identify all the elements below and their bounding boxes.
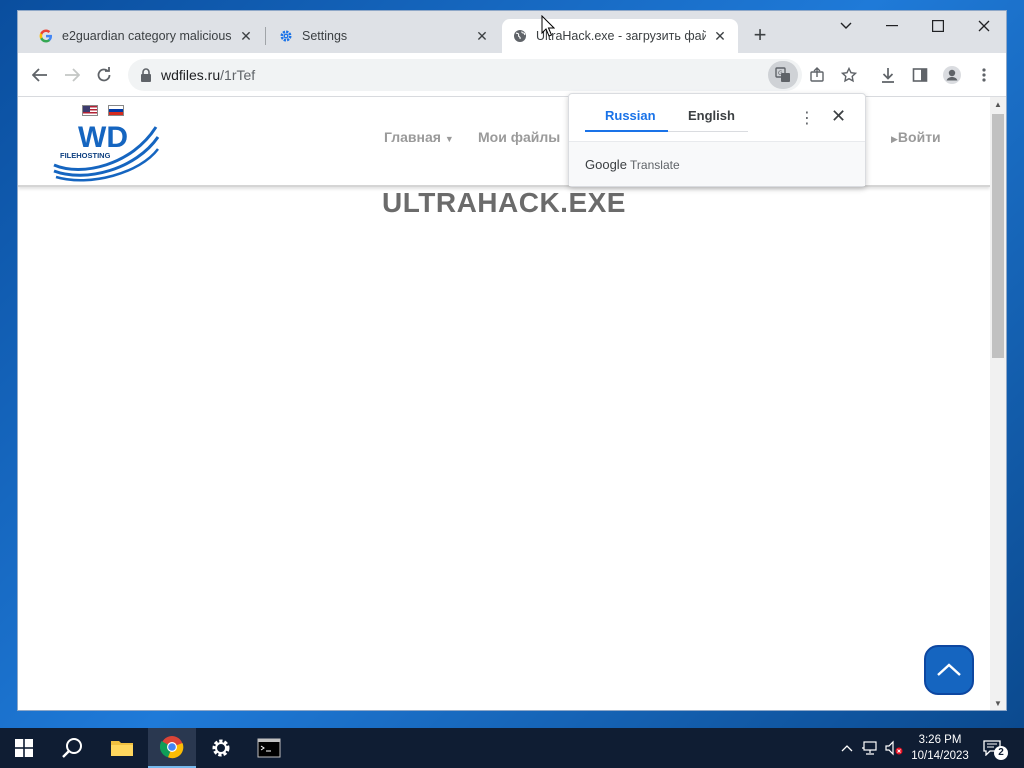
tab-title: Settings [302, 29, 348, 43]
settings-taskbar-button[interactable] [197, 728, 245, 768]
scroll-up-arrow-icon[interactable]: ▲ [994, 101, 1002, 109]
nav-home-label: Главная [384, 129, 441, 145]
chevron-up-icon [937, 663, 961, 676]
search-icon [62, 738, 82, 758]
chrome-taskbar-button[interactable] [148, 728, 196, 768]
back-button[interactable] [28, 63, 52, 87]
more-options-icon[interactable]: ⋮ [799, 108, 815, 128]
close-icon[interactable]: ✕ [238, 28, 254, 44]
nav-home[interactable]: Главная ▼ [384, 129, 454, 145]
nav-login[interactable]: ▶Войти [891, 129, 941, 145]
page-scrollbar[interactable]: ▲ ▼ [990, 97, 1006, 710]
forward-button[interactable] [60, 63, 84, 87]
minimize-button[interactable] [869, 11, 915, 41]
maximize-button[interactable] [915, 11, 961, 41]
share-icon[interactable] [805, 63, 829, 87]
source-language-tab[interactable]: Russian [605, 108, 656, 123]
caret-right-icon: ▶ [891, 134, 898, 144]
browser-toolbar: wdfiles.ru/1rTef G [18, 53, 1006, 97]
chevron-up-tray-icon[interactable] [837, 738, 857, 758]
scroll-down-arrow-icon[interactable]: ▼ [994, 700, 1002, 708]
browser-window: e2guardian category malicious fi ✕ Setti… [17, 10, 1007, 711]
notification-count-badge: 2 [994, 746, 1008, 760]
file-explorer-button[interactable] [98, 728, 146, 768]
close-icon[interactable]: ✕ [712, 28, 728, 44]
download-icon[interactable] [876, 63, 900, 87]
brand-translate: Translate [630, 158, 680, 172]
close-window-button[interactable] [961, 11, 1006, 41]
reload-button[interactable] [92, 63, 116, 87]
language-flags [82, 105, 124, 116]
google-translate-brand: Google Translate [585, 157, 680, 172]
url-text: wdfiles.ru/1rTef [161, 67, 255, 83]
tab-title: e2guardian category malicious fi [62, 29, 232, 43]
tab-ultrahack[interactable]: UltraHack.exe - загрузить файл ✕ [502, 19, 738, 53]
network-icon[interactable] [860, 738, 880, 758]
clock-time: 3:26 PM [918, 734, 962, 746]
ru-flag-icon[interactable] [108, 105, 124, 116]
start-button[interactable] [0, 728, 48, 768]
translate-popup: Russian English ⋮ ✕ Google Translate [568, 93, 866, 187]
page-title: ULTRAHACK.EXE [382, 187, 626, 218]
clock-date: 10/14/2023 [911, 750, 969, 762]
translate-icon[interactable]: G [768, 61, 798, 89]
address-bar[interactable]: wdfiles.ru/1rTef G [128, 59, 802, 91]
google-icon [38, 28, 54, 44]
more-menu-icon[interactable] [972, 63, 996, 87]
page-content: WD FILEHOSTING Главная ▼ Мои файлы ▶Войт… [18, 97, 990, 710]
close-icon[interactable]: ✕ [474, 28, 490, 44]
gear-icon [212, 739, 230, 757]
active-tab-underline [585, 130, 668, 132]
terminal-icon [257, 738, 281, 758]
tab-search-chevron-icon[interactable] [823, 11, 869, 41]
us-flag-icon[interactable] [82, 105, 98, 116]
tab-settings[interactable]: Settings ✕ [268, 19, 500, 53]
new-tab-button[interactable]: + [749, 24, 771, 47]
mouse-cursor-icon [541, 15, 555, 37]
tab-e2guardian[interactable]: e2guardian category malicious fi ✕ [28, 19, 264, 53]
tab-strip: e2guardian category malicious fi ✕ Setti… [18, 11, 1006, 53]
search-button[interactable] [48, 728, 96, 768]
url-host: wdfiles.ru [161, 67, 221, 83]
tab-separator [265, 27, 266, 45]
nav-my-files[interactable]: Мои файлы [478, 129, 560, 145]
folder-icon [111, 741, 133, 756]
url-path: /1rTef [220, 67, 256, 83]
target-language-tab[interactable]: English [688, 108, 735, 123]
svg-text:G: G [778, 70, 783, 77]
side-panel-icon[interactable] [908, 63, 932, 87]
translate-footer: Google Translate [569, 141, 865, 186]
lock-icon[interactable] [140, 68, 152, 82]
terminal-taskbar-button[interactable] [245, 728, 293, 768]
brand-google: Google [585, 157, 627, 172]
globe-icon [512, 28, 528, 44]
bookmark-star-icon[interactable] [837, 63, 861, 87]
close-icon[interactable]: ✕ [831, 106, 846, 127]
nav-login-label: Войти [897, 129, 941, 145]
scrollbar-thumb[interactable] [992, 114, 1004, 358]
site-logo[interactable]: WD FILEHOSTING [52, 121, 162, 185]
logo-subtext: FILEHOSTING [60, 151, 111, 160]
tab-title: UltraHack.exe - загрузить файл [536, 29, 706, 43]
tab-underline [668, 131, 748, 132]
taskbar: 3:26 PM 10/14/2023 [0, 728, 1024, 768]
logo-text: WD [78, 121, 128, 154]
chrome-icon [160, 736, 184, 759]
caret-down-icon: ▼ [444, 134, 454, 144]
scroll-to-top-button[interactable] [924, 645, 974, 695]
gear-icon [278, 28, 294, 44]
windows-icon [15, 739, 33, 757]
profile-avatar-icon[interactable] [940, 63, 964, 87]
clock[interactable]: 3:26 PM 10/14/2023 [906, 732, 974, 764]
volume-muted-icon[interactable] [884, 738, 904, 758]
